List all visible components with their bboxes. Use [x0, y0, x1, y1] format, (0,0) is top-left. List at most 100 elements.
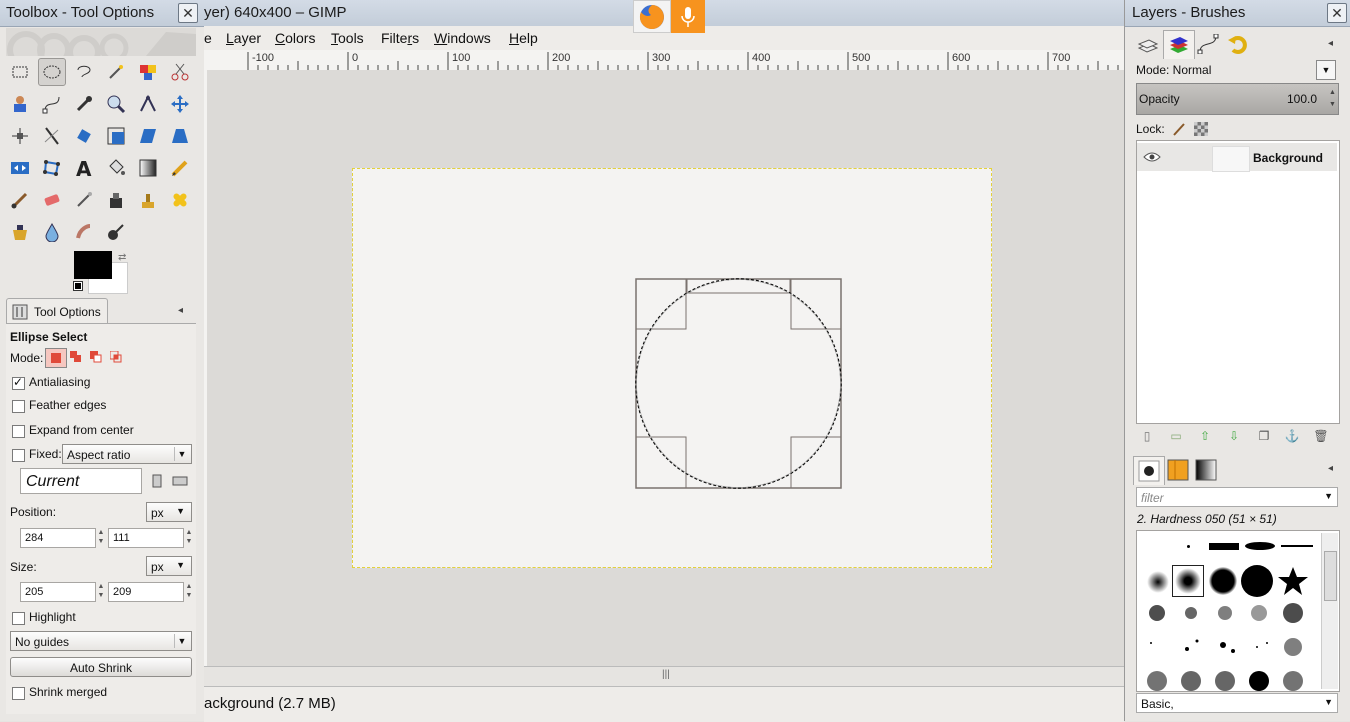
menu-filters[interactable]: Filters: [381, 30, 419, 46]
canvas-area[interactable]: [207, 70, 1124, 666]
fixed-dropdown[interactable]: Aspect ratio ▼: [62, 444, 192, 464]
tab-layers[interactable]: [1133, 30, 1163, 58]
brush-selected[interactable]: [1172, 565, 1204, 597]
fixed-checkbox[interactable]: [12, 449, 25, 462]
lower-layer-icon[interactable]: ⇩: [1226, 428, 1242, 444]
zoom-icon[interactable]: [102, 90, 130, 118]
antialiasing-checkbox[interactable]: ✓: [12, 375, 25, 390]
horizontal-ruler[interactable]: -100 0 100 200 300 400 500 600 700: [204, 50, 1124, 71]
new-layer-group-icon[interactable]: ▭: [1168, 428, 1184, 444]
brush-texture-rows[interactable]: [1137, 597, 1337, 697]
brush-item[interactable]: [1209, 567, 1237, 595]
landscape-icon[interactable]: [172, 474, 188, 488]
perspective-icon[interactable]: [166, 122, 194, 150]
brush-filter-combo[interactable]: filter ▼: [1136, 487, 1338, 507]
move-icon[interactable]: [166, 90, 194, 118]
select-by-color-icon[interactable]: [134, 58, 162, 86]
cage-transform-icon[interactable]: [38, 154, 66, 182]
horizontal-scrollbar[interactable]: |||: [204, 666, 1124, 687]
microphone-icon[interactable]: [671, 0, 705, 33]
duplicate-layer-icon[interactable]: ❐: [1256, 428, 1272, 444]
expand-from-center-checkbox[interactable]: [12, 425, 25, 438]
anchor-layer-icon[interactable]: ⚓: [1284, 428, 1300, 444]
brush-item[interactable]: [1281, 545, 1313, 547]
brush-star[interactable]: [1277, 565, 1309, 597]
tab-undo-history[interactable]: [1223, 30, 1253, 58]
opacity-stepper[interactable]: ▲ ▼: [1329, 87, 1336, 111]
menu-windows[interactable]: Windows: [434, 30, 491, 46]
foreground-select-icon[interactable]: [6, 90, 34, 118]
position-x-input[interactable]: 284: [20, 528, 96, 548]
lock-pixels-icon[interactable]: [1172, 122, 1186, 136]
menu-layer[interactable]: Layer: [226, 30, 261, 46]
portrait-icon[interactable]: [150, 474, 164, 488]
brush-item[interactable]: [1147, 571, 1169, 593]
tab-tool-options[interactable]: Tool Options: [6, 298, 108, 325]
fuzzy-select-icon[interactable]: [102, 58, 130, 86]
mode-intersect-button[interactable]: [109, 350, 122, 363]
position-unit-dropdown[interactable]: px ▼: [146, 502, 192, 522]
tab-brushes[interactable]: [1133, 456, 1165, 485]
brush-tag-combo[interactable]: Basic, ▼: [1136, 693, 1338, 713]
mode-replace-button[interactable]: [45, 348, 67, 368]
position-y-input[interactable]: 111: [108, 528, 184, 548]
layer-row[interactable]: Background: [1137, 143, 1337, 172]
brush-scrollbar[interactable]: [1321, 533, 1338, 689]
size-height-input[interactable]: 209: [108, 582, 184, 602]
menu-colors[interactable]: Colors: [275, 30, 315, 46]
mode-subtract-button[interactable]: [90, 351, 102, 363]
guides-dropdown[interactable]: No guides ▼: [10, 631, 192, 651]
swap-colors-icon[interactable]: ⇄: [118, 252, 126, 263]
mode-dropdown-button[interactable]: ▼: [1316, 60, 1336, 80]
highlight-checkbox[interactable]: [12, 612, 25, 625]
airbrush-icon[interactable]: [70, 186, 98, 214]
tab-channels[interactable]: [1163, 30, 1195, 59]
size-width-stepper[interactable]: ▲ ▼: [97, 582, 105, 602]
align-icon[interactable]: [6, 122, 34, 150]
menu-edit[interactable]: e: [204, 30, 212, 46]
brush-item[interactable]: [1245, 542, 1275, 550]
size-unit-dropdown[interactable]: px ▼: [146, 556, 192, 576]
paths-icon[interactable]: [38, 90, 66, 118]
brush-item[interactable]: [1187, 545, 1190, 548]
tab-menu-icon[interactable]: ◂: [178, 305, 183, 316]
menu-help[interactable]: Help: [509, 30, 538, 46]
blur-icon[interactable]: [38, 218, 66, 246]
mode-add-button[interactable]: [70, 351, 82, 363]
ellipse-select-icon[interactable]: [38, 58, 66, 86]
heal-icon[interactable]: [166, 186, 194, 214]
new-layer-icon[interactable]: ▯: [1139, 428, 1155, 444]
lasso-icon[interactable]: [70, 58, 98, 86]
smudge-icon[interactable]: [70, 218, 98, 246]
crop-icon[interactable]: [38, 122, 66, 150]
dock-close-button[interactable]: ✕: [1327, 3, 1347, 23]
raise-layer-icon[interactable]: ⇧: [1197, 428, 1213, 444]
rotate-icon[interactable]: [70, 122, 98, 150]
position-y-stepper[interactable]: ▲ ▼: [185, 528, 193, 548]
tab-gradients[interactable]: [1191, 456, 1221, 484]
color-picker-icon[interactable]: [70, 90, 98, 118]
ellipse-selection[interactable]: [353, 169, 991, 567]
paintbrush-icon[interactable]: [6, 186, 34, 214]
auto-shrink-button[interactable]: Auto Shrink: [10, 657, 192, 677]
default-colors-icon[interactable]: [73, 281, 83, 291]
clone-icon[interactable]: [134, 186, 162, 214]
tab-menu-icon[interactable]: ◂: [1328, 38, 1333, 49]
eraser-icon[interactable]: [38, 186, 66, 214]
brush-item[interactable]: [1209, 543, 1239, 550]
shrink-merged-checkbox[interactable]: [12, 687, 25, 700]
size-width-input[interactable]: 205: [20, 582, 96, 602]
flip-icon[interactable]: [6, 154, 34, 182]
blend-icon[interactable]: [134, 154, 162, 182]
perspective-clone-icon[interactable]: [6, 218, 34, 246]
rect-select-icon[interactable]: [6, 58, 34, 86]
pencil-icon[interactable]: [166, 154, 194, 182]
image-canvas[interactable]: [352, 168, 992, 568]
toolbox-titlebar[interactable]: Toolbox - Tool Options ✕: [0, 0, 204, 27]
brush-item[interactable]: [1241, 565, 1273, 597]
size-height-stepper[interactable]: ▲ ▼: [185, 582, 193, 602]
tab-patterns[interactable]: [1163, 456, 1193, 484]
tab-menu-icon[interactable]: ◂: [1328, 463, 1333, 474]
tab-paths[interactable]: [1193, 30, 1223, 58]
toolbox-close-button[interactable]: ✕: [178, 3, 198, 23]
